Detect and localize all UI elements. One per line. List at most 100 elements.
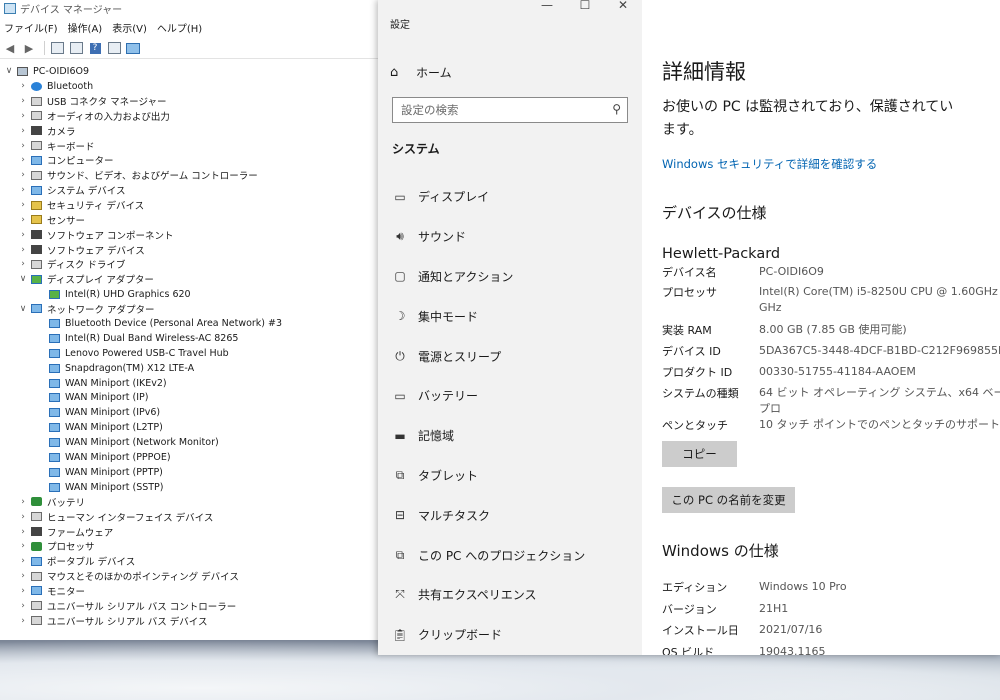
view-icon[interactable]: [106, 41, 122, 55]
snapdragon-lte-icon: [49, 363, 60, 373]
rename-pc-button[interactable]: この PC の名前を変更: [662, 487, 795, 513]
monitor-icon[interactable]: [125, 41, 141, 55]
chevron-right-icon[interactable]: ›: [18, 541, 28, 551]
menu-file[interactable]: ファイル(F): [4, 20, 58, 35]
tablet-icon: ⧉: [395, 467, 405, 482]
chevron-right-icon[interactable]: ›: [18, 141, 28, 151]
wan-ip-icon: [49, 393, 60, 403]
projection-icon: ⧉: [395, 547, 405, 562]
spec-row: デバイス名 PC-OIDI6O9: [662, 264, 1000, 284]
tree-node-label: USB コネクタ マネージャー: [47, 97, 167, 109]
spec-row: プロダクト ID 00330-51755-41184-AAOEM: [662, 364, 1000, 385]
security-link[interactable]: Windows セキュリティで詳細を確認する: [662, 156, 877, 172]
nav-item-sound[interactable]: 🔊︎ サウンド: [378, 217, 642, 257]
tree-node-label: WAN Miniport (IKEv2): [65, 377, 167, 389]
windows-spec-table: エディション Windows 10 Pro バージョン 21H1 インストール日 2021…: [662, 576, 1000, 655]
spec-value[interactable]: 21H1: [759, 601, 1000, 617]
chevron-right-icon[interactable]: ›: [18, 245, 28, 255]
nav-item-multitask[interactable]: ⊟ マルチタスク: [378, 495, 642, 535]
spec-value[interactable]: 5DA367C5-3448-4DCF-B1BD-C212F969855F: [759, 343, 1000, 364]
wan-ipv6-icon: [49, 408, 60, 418]
battery-icon: ▭: [394, 388, 406, 403]
settings-nav-pane: 設定 — ☐ ✕ ⌂ ホーム 設定の検索 ⚲ システム ▭ ディスプレイ 🔊︎ サウン…: [378, 0, 642, 655]
device-spec-heading: デバイスの仕様: [662, 204, 767, 222]
chevron-right-icon[interactable]: ›: [18, 126, 28, 136]
chevron-right-icon[interactable]: ›: [18, 185, 28, 195]
settings-nav-list: ▭ ディスプレイ 🔊︎ サウンド ▢ 通知とアクション ☽ 集中モード ⏻ 電源とスリープ ▭ バッテ…: [378, 177, 642, 655]
chevron-right-icon[interactable]: ›: [18, 111, 28, 121]
nav-item-display[interactable]: ▭ ディスプレイ: [378, 177, 642, 217]
chevron-right-icon[interactable]: ›: [18, 527, 28, 537]
nav-item-tablet[interactable]: ⧉ タブレット: [378, 456, 642, 496]
spec-value[interactable]: PC-OIDI6O9: [759, 264, 1000, 284]
spec-value[interactable]: 19043.1165: [759, 644, 1000, 655]
nav-item-shared[interactable]: ⤧ 共有エクスペリエンス: [378, 575, 642, 615]
device-spec-table: デバイス名 PC-OIDI6O9 プロセッサ Intel(R) Core(TM) i5…: [662, 264, 1000, 438]
chevron-right-icon[interactable]: ›: [18, 586, 28, 596]
chevron-down-icon[interactable]: ∨: [4, 66, 14, 76]
settings-window: 設定 — ☐ ✕ ⌂ ホーム 設定の検索 ⚲ システム ▭ ディスプレイ 🔊︎ サウン…: [378, 0, 1000, 655]
chevron-down-icon[interactable]: ∨: [18, 274, 28, 284]
copy-button[interactable]: コピー: [662, 441, 737, 467]
tree-node-label: ファームウェア: [47, 527, 114, 539]
chevron-right-icon[interactable]: ›: [18, 556, 28, 566]
wan-pppoe-icon: [49, 452, 60, 462]
minimize-icon[interactable]: —: [528, 0, 566, 12]
settings-search-input[interactable]: 設定の検索 ⚲: [392, 97, 628, 123]
chevron-right-icon[interactable]: ›: [18, 512, 28, 522]
chevron-right-icon[interactable]: ›: [18, 497, 28, 507]
firmware-icon: [31, 527, 42, 537]
tree-node-label: センサー: [47, 215, 86, 227]
menu-view[interactable]: 表示(V): [112, 20, 147, 35]
spec-value[interactable]: 00330-51755-41184-AAOEM: [759, 364, 1000, 385]
chevron-right-icon[interactable]: ›: [18, 81, 28, 91]
back-icon[interactable]: ◀: [2, 41, 18, 55]
spec-value[interactable]: 8.00 GB (7.85 GB 使用可能): [759, 322, 1000, 343]
moon-icon: ☽: [394, 309, 406, 324]
nav-item-notification[interactable]: ▢ 通知とアクション: [378, 257, 642, 297]
menu-action[interactable]: 操作(A): [68, 20, 103, 35]
device-manager-icon: [4, 2, 16, 14]
nav-item-label: サウンド: [418, 230, 467, 245]
chevron-right-icon[interactable]: ›: [18, 230, 28, 240]
chevron-right-icon[interactable]: ›: [18, 155, 28, 165]
spec-value[interactable]: 64 ビット オペレーティング システム、x64 ベース プロ: [759, 385, 1000, 417]
forward-icon[interactable]: ▶: [21, 41, 37, 55]
spec-key: プロダクト ID: [662, 366, 733, 379]
chevron-right-icon[interactable]: ›: [18, 616, 28, 626]
software-devices-icon: [31, 245, 42, 255]
chevron-right-icon[interactable]: ›: [18, 96, 28, 106]
chevron-right-icon[interactable]: ›: [18, 571, 28, 581]
chevron-right-icon[interactable]: ›: [18, 200, 28, 210]
list-icon[interactable]: [68, 41, 84, 55]
search-placeholder: 設定の検索: [401, 103, 459, 117]
spec-key: システムの種類: [662, 387, 739, 400]
intel-wireless-icon: [49, 334, 60, 344]
chevron-right-icon[interactable]: ›: [18, 215, 28, 225]
properties-icon[interactable]: [49, 41, 65, 55]
nav-item-power[interactable]: ⏻ 電源とスリープ: [378, 336, 642, 376]
nav-item-clipboard[interactable]: 📋︎ クリップボード: [378, 615, 642, 655]
spec-value[interactable]: Intel(R) Core(TM) i5-8250U CPU @ 1.60GHz…: [759, 284, 1000, 322]
nav-item-storage[interactable]: ▬ 記憶域: [378, 416, 642, 456]
chevron-right-icon[interactable]: ›: [18, 170, 28, 180]
spec-value[interactable]: 2021/07/16: [759, 622, 1000, 638]
nav-item-battery[interactable]: ▭ バッテリー: [378, 376, 642, 416]
nav-item-projection[interactable]: ⧉ この PC へのプロジェクション: [378, 535, 642, 575]
tree-node-label: WAN Miniport (PPPOE): [65, 451, 171, 463]
spec-key: ペンとタッチ: [662, 419, 728, 432]
maximize-icon[interactable]: ☐: [566, 0, 604, 12]
chevron-right-icon[interactable]: ›: [18, 259, 28, 269]
menu-help[interactable]: ヘルプ(H): [157, 20, 202, 35]
nav-home[interactable]: ⌂ ホーム: [390, 62, 452, 82]
chevron-right-icon[interactable]: ›: [18, 601, 28, 611]
spec-value[interactable]: 10 タッチ ポイントでのペンとタッチのサポート: [759, 417, 1000, 438]
chevron-down-icon[interactable]: ∨: [18, 304, 28, 314]
spec-value[interactable]: Windows 10 Pro: [759, 579, 1000, 595]
portable-devices-icon: [31, 556, 42, 566]
close-icon[interactable]: ✕: [604, 0, 642, 12]
nav-item-moon[interactable]: ☽ 集中モード: [378, 296, 642, 336]
tree-node-label: プロセッサ: [47, 542, 95, 554]
tree-node-label: ソフトウェア コンポーネント: [47, 230, 174, 242]
help-icon[interactable]: ?: [87, 41, 103, 55]
